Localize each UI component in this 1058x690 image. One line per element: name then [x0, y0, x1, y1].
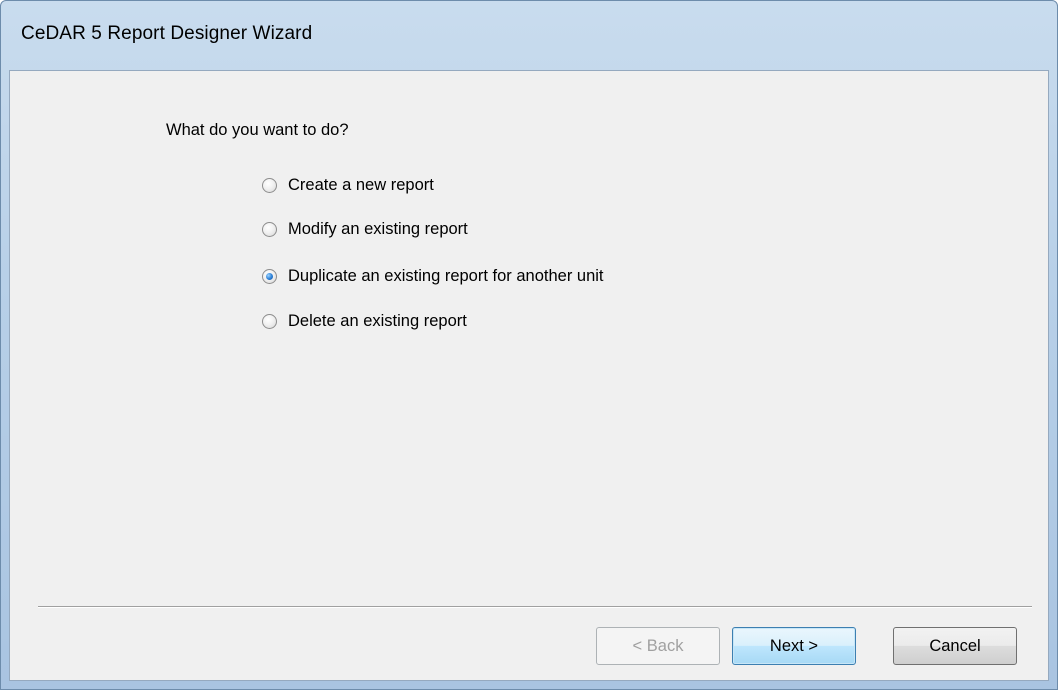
wizard-content: What do you want to do? Create a new rep…	[9, 70, 1049, 681]
option-label: Modify an existing report	[288, 219, 468, 238]
radio-button-icon[interactable]	[262, 313, 277, 329]
option-modify-existing-report[interactable]: Modify an existing report	[262, 217, 468, 241]
option-label: Create a new report	[288, 175, 434, 194]
question-label: What do you want to do?	[166, 121, 349, 139]
option-label: Duplicate an existing report for another…	[288, 266, 604, 285]
option-label: Delete an existing report	[288, 311, 467, 330]
radio-button-icon[interactable]	[262, 177, 277, 193]
wizard-window: CeDAR 5 Report Designer Wizard What do y…	[0, 0, 1058, 690]
window-title: CeDAR 5 Report Designer Wizard	[21, 23, 313, 44]
option-duplicate-existing-report[interactable]: Duplicate an existing report for another…	[262, 264, 604, 288]
radio-button-selected-icon[interactable]	[262, 268, 277, 284]
footer-separator	[38, 606, 1032, 608]
option-create-new-report[interactable]: Create a new report	[262, 173, 434, 197]
option-delete-existing-report[interactable]: Delete an existing report	[262, 309, 467, 333]
title-bar[interactable]: CeDAR 5 Report Designer Wizard	[1, 1, 1057, 70]
radio-button-icon[interactable]	[262, 221, 277, 237]
cancel-button[interactable]: Cancel	[893, 627, 1017, 665]
next-button[interactable]: Next >	[732, 627, 856, 665]
back-button[interactable]: < Back	[596, 627, 720, 665]
